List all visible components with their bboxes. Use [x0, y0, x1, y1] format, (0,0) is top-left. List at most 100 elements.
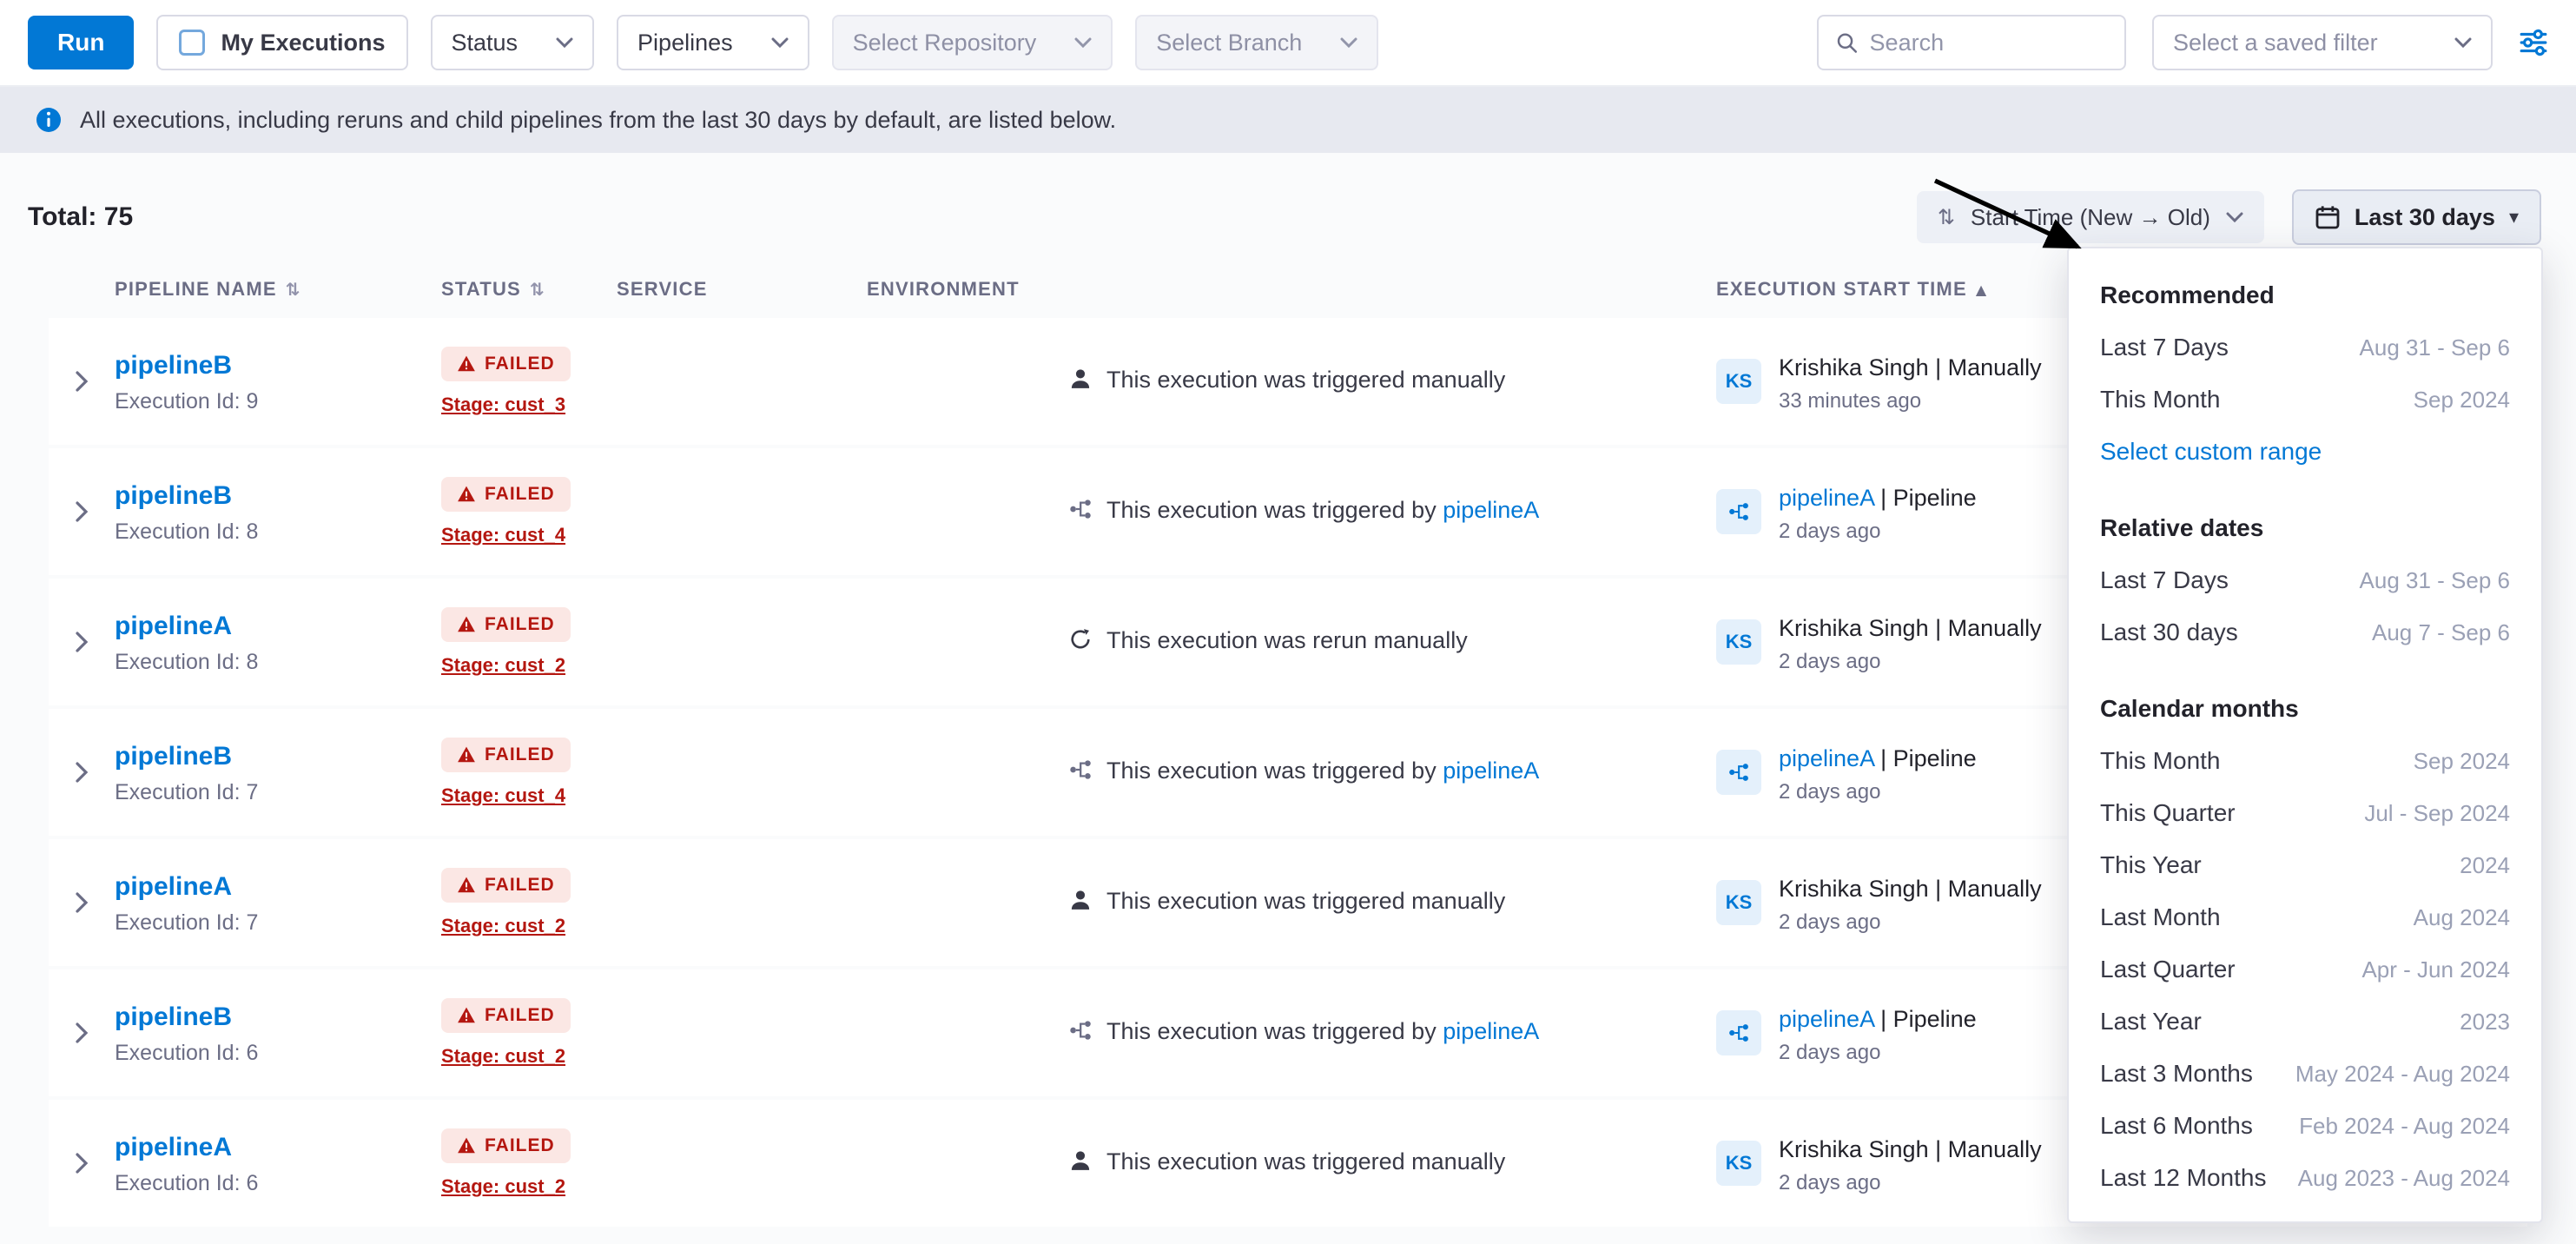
avatar-initials: KS: [1726, 370, 1753, 393]
option-label: This Quarter: [2100, 799, 2236, 827]
date-range-option[interactable]: This Month Sep 2024: [2069, 374, 2541, 426]
starter-text: | Pipeline: [1874, 745, 1977, 771]
date-range-option[interactable]: Last Quarter Apr - Jun 2024: [2069, 943, 2541, 996]
my-executions-checkbox[interactable]: [179, 30, 205, 56]
date-range-option[interactable]: This Year 2024: [2069, 839, 2541, 891]
row-expand-chevron[interactable]: [49, 892, 115, 913]
saved-filter-dropdown[interactable]: Select a saved filter: [2152, 15, 2493, 70]
failed-stage-link[interactable]: Stage: cust_2: [441, 1045, 565, 1068]
status-label: FAILED: [485, 744, 555, 765]
failed-stage-link[interactable]: Stage: cust_2: [441, 1175, 565, 1198]
failed-stage-link[interactable]: Stage: cust_4: [441, 784, 565, 807]
option-value: 2023: [2460, 1009, 2510, 1036]
starter-text: Krishika Singh | Manually: [1779, 876, 2042, 902]
chevron-down-icon: [2226, 212, 2243, 222]
pipelines-filter-label: Pipelines: [637, 30, 733, 56]
failed-stage-link[interactable]: Stage: cust_2: [441, 654, 565, 677]
execution-id: Execution Id: 8: [115, 519, 441, 545]
date-range-section: Calendar months This Month Sep 2024 This…: [2069, 676, 2541, 1204]
branch-filter-dropdown[interactable]: Select Branch: [1135, 15, 1378, 70]
pipeline-name-link[interactable]: pipelineB: [115, 1002, 232, 1031]
pipeline-name-link[interactable]: pipelineA: [115, 872, 232, 901]
pipeline-name-link[interactable]: pipelineA: [115, 1133, 232, 1161]
run-button[interactable]: Run: [28, 16, 134, 69]
repository-filter-label: Select Repository: [853, 30, 1037, 56]
trigger-info: This execution was triggered manually: [1068, 367, 1716, 397]
option-value: Aug 31 - Sep 6: [2360, 567, 2510, 594]
status-label: FAILED: [485, 484, 555, 505]
starter-pipeline-link[interactable]: pipelineA: [1779, 745, 1874, 771]
trigger-info: This execution was rerun manually: [1068, 627, 1716, 658]
failed-stage-link[interactable]: Stage: cust_3: [441, 394, 565, 416]
row-expand-chevron[interactable]: [49, 371, 115, 392]
section-header: Relative dates: [2069, 495, 2541, 554]
row-expand-chevron[interactable]: [49, 762, 115, 783]
pipeline-name-cell: pipelineB Execution Id: 7: [115, 739, 441, 805]
row-expand-chevron[interactable]: [49, 501, 115, 522]
trigger-info: This execution was triggered by pipeline…: [1068, 497, 1716, 527]
status-badge: FAILED: [441, 1128, 571, 1163]
info-banner-text: All executions, including reruns and chi…: [80, 107, 1116, 134]
section-header: Calendar months: [2069, 676, 2541, 735]
sort-toggle-icon[interactable]: ⇅: [530, 279, 545, 300]
status-badge: FAILED: [441, 738, 571, 772]
search-input[interactable]: [1870, 30, 2107, 56]
pipeline-name-link[interactable]: pipelineB: [115, 481, 232, 510]
date-range-option[interactable]: This Month Sep 2024: [2069, 735, 2541, 787]
my-executions-toggle[interactable]: My Executions: [156, 15, 407, 70]
failed-stage-link[interactable]: Stage: cust_2: [441, 915, 565, 937]
date-range-option[interactable]: Last 6 Months Feb 2024 - Aug 2024: [2069, 1100, 2541, 1152]
sort-order-select[interactable]: ⇅ Start Time (New → Old): [1917, 191, 2264, 243]
repository-filter-dropdown[interactable]: Select Repository: [832, 15, 1113, 70]
warning-icon: [457, 1006, 476, 1025]
info-banner: All executions, including reruns and chi…: [0, 87, 2576, 153]
date-range-option[interactable]: Last 30 days Aug 7 - Sep 6: [2069, 606, 2541, 658]
date-range-option[interactable]: This Quarter Jul - Sep 2024: [2069, 787, 2541, 839]
pipeline-name-link[interactable]: pipelineB: [115, 742, 232, 771]
date-range-option[interactable]: Last 7 Days Aug 31 - Sep 6: [2069, 554, 2541, 606]
pipelines-filter-dropdown[interactable]: Pipelines: [617, 15, 809, 70]
trigger-pipeline-link[interactable]: pipelineA: [1443, 758, 1539, 784]
date-range-button[interactable]: Last 30 days ▾: [2292, 189, 2541, 245]
date-range-section: Relative dates Last 7 Days Aug 31 - Sep …: [2069, 495, 2541, 658]
trigger-type-icon: [1068, 367, 1093, 397]
trigger-pipeline-link[interactable]: pipelineA: [1443, 497, 1539, 523]
date-range-option[interactable]: Last Month Aug 2024: [2069, 891, 2541, 943]
filter-settings-button[interactable]: [2519, 28, 2548, 57]
row-expand-chevron[interactable]: [49, 632, 115, 652]
date-range-option[interactable]: Last 7 Days Aug 31 - Sep 6: [2069, 321, 2541, 374]
status-filter-dropdown[interactable]: Status: [431, 15, 595, 70]
trigger-type-icon: [1068, 888, 1093, 918]
option-label: This Month: [2100, 747, 2221, 775]
option-label: Select custom range: [2100, 438, 2322, 466]
option-value: Apr - Jun 2024: [2361, 956, 2510, 983]
starter-pipeline-link[interactable]: pipelineA: [1779, 485, 1874, 511]
date-range-option[interactable]: Last 12 Months Aug 2023 - Aug 2024: [2069, 1152, 2541, 1204]
date-range-option[interactable]: Last Year 2023: [2069, 996, 2541, 1048]
column-pipeline-name[interactable]: PIPELINE NAME ⇅: [115, 278, 441, 301]
trigger-pipeline-link[interactable]: pipelineA: [1443, 1018, 1539, 1044]
trigger-text: This execution was triggered by: [1106, 758, 1443, 784]
sort-toggle-icon[interactable]: ⇅: [286, 279, 301, 300]
execution-id: Execution Id: 6: [115, 1041, 441, 1066]
trigger-info: This execution was triggered manually: [1068, 1148, 1716, 1179]
starter-avatar: [1716, 750, 1761, 795]
starter-pipeline-link[interactable]: pipelineA: [1779, 1006, 1874, 1032]
status-badge: FAILED: [441, 607, 571, 642]
starter-meta: Krishika Singh | Manually 33 minutes ago: [1779, 350, 2042, 414]
pipeline-icon: [1727, 1022, 1750, 1044]
pipeline-name-link[interactable]: pipelineB: [115, 351, 232, 380]
starter-meta: pipelineA | Pipeline 2 days ago: [1779, 480, 1977, 544]
failed-stage-link[interactable]: Stage: cust_4: [441, 524, 565, 546]
date-range-option[interactable]: Select custom range: [2069, 426, 2541, 478]
column-environment-label: ENVIRONMENT: [867, 278, 1020, 301]
column-status[interactable]: STATUS ⇅: [441, 278, 617, 301]
row-expand-chevron[interactable]: [49, 1022, 115, 1043]
date-range-option[interactable]: Last 3 Months May 2024 - Aug 2024: [2069, 1048, 2541, 1100]
status-cell: FAILED Stage: cust_2: [441, 1128, 617, 1198]
trigger-text: This execution was triggered by: [1106, 1018, 1443, 1044]
pipeline-name-link[interactable]: pipelineA: [115, 612, 232, 640]
sort-ascending-icon[interactable]: ▲: [1976, 281, 1988, 298]
row-expand-chevron[interactable]: [49, 1153, 115, 1174]
status-cell: FAILED Stage: cust_2: [441, 998, 617, 1068]
